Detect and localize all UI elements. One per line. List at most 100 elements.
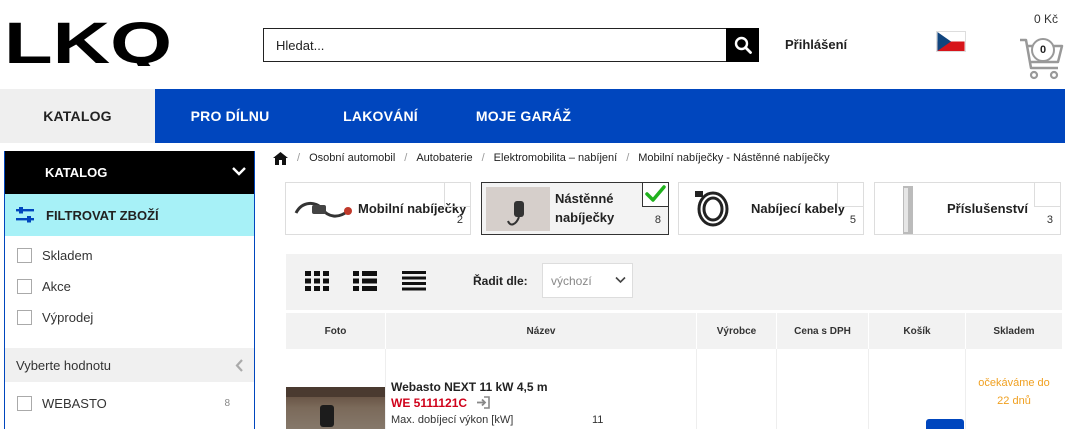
- category-label-line2: nabíječky: [555, 210, 615, 225]
- checkbox-label: Akce: [42, 279, 71, 294]
- sort-value: výchozí: [551, 273, 592, 288]
- category-count: 3: [1046, 214, 1053, 226]
- col-header-cena[interactable]: Cena s DPH: [777, 313, 869, 349]
- brand-count: 8: [224, 398, 230, 409]
- table-row: Webasto NEXT 11 kW 4,5 m WE 5111121C Max…: [286, 349, 1062, 429]
- tile-corner: [837, 183, 863, 207]
- category-tile-accessories[interactable]: Příslušenství 3: [874, 182, 1061, 235]
- sort-select[interactable]: výchozí: [542, 263, 633, 298]
- wall-charger-shape: [507, 201, 524, 226]
- checkbox-skladem[interactable]: Skladem: [5, 240, 254, 271]
- cart-count-badge: 0: [1031, 38, 1055, 62]
- product-cart-cell: [869, 349, 966, 429]
- checkbox[interactable]: [17, 396, 32, 411]
- product-name[interactable]: Webasto NEXT 11 kW 4,5 m: [391, 380, 548, 394]
- select-value-label: Vyberte hodnotu: [16, 357, 111, 373]
- col-header-foto: Foto: [286, 313, 386, 349]
- col-header-nazev[interactable]: Název: [386, 313, 697, 349]
- search-icon: [734, 36, 752, 54]
- stock-line-1: očekáváme do: [978, 377, 1050, 389]
- czech-flag-icon[interactable]: [936, 31, 966, 52]
- login-link[interactable]: Přihlášení: [785, 37, 847, 52]
- wall-charger-image: [486, 187, 550, 231]
- tile-corner: [642, 183, 668, 207]
- main-nav: KATALOG PRO DÍLNU LAKOVÁNÍ MOJE GARÁŽ: [0, 89, 1065, 143]
- category-label: Příslušenství: [947, 201, 1028, 216]
- select-value-header[interactable]: Vyberte hodnotu: [5, 348, 254, 382]
- checkbox[interactable]: [17, 279, 32, 294]
- cart-price: 0 Kč: [1034, 12, 1059, 26]
- check-icon: [645, 185, 666, 202]
- category-tile-mobile-chargers[interactable]: Mobilní nabíječky 2: [285, 182, 471, 235]
- breadcrumb-item[interactable]: Osobní automobil: [309, 152, 395, 164]
- checkbox-akce[interactable]: Akce: [5, 271, 254, 302]
- home-icon[interactable]: [273, 151, 288, 165]
- search-input[interactable]: [263, 28, 726, 62]
- nav-item-moje-garaz[interactable]: MOJE GARÁŽ: [456, 89, 591, 143]
- search-button[interactable]: [726, 28, 759, 62]
- sidebar-catalog-header[interactable]: KATALOG: [5, 151, 254, 194]
- product-code[interactable]: WE 5111121C: [391, 396, 491, 410]
- sort-label: Řadit dle:: [473, 274, 528, 288]
- sidebar-title: KATALOG: [45, 165, 108, 180]
- product-spec-value: 11: [592, 414, 604, 426]
- add-to-cart-button[interactable]: [926, 419, 964, 429]
- category-tile-wall-chargers[interactable]: Nástěnné nabíječky 8: [481, 182, 669, 235]
- breadcrumb-current: Mobilní nabíječky - Nástěnné nabíječky: [638, 152, 830, 164]
- tile-corner: [1034, 183, 1060, 207]
- brand-label: WEBASTO: [42, 396, 107, 411]
- compact-list-view-icon[interactable]: [402, 271, 426, 291]
- nav-item-katalog[interactable]: KATALOG: [0, 89, 155, 143]
- col-header-kosik: Košík: [869, 313, 966, 349]
- chevron-left-icon: [235, 359, 243, 372]
- col-header-vyrobce[interactable]: Výrobce: [697, 313, 777, 349]
- lkq-logo[interactable]: LKQ: [4, 22, 174, 66]
- logo-text: LKQ: [4, 22, 172, 66]
- grid-view-icon[interactable]: [305, 271, 329, 291]
- search-bar: [263, 28, 759, 62]
- header: LKQ Přihlášení 0 Kč 0: [0, 0, 1065, 89]
- category-count: 8: [654, 214, 661, 226]
- charger-photo-detail: [286, 387, 385, 427]
- filter-goods-button[interactable]: FILTROVAT ZBOŽÍ: [5, 194, 254, 236]
- stock-line-2: 22 dnů: [997, 395, 1031, 407]
- chevron-down-icon: [615, 276, 626, 284]
- category-tile-charging-cables[interactable]: Nabíjecí kabely 5: [678, 182, 864, 235]
- product-stock-cell: očekáváme do 22 dnů: [966, 349, 1062, 429]
- accessory-post-image: [903, 186, 913, 234]
- product-brand-cell: [697, 349, 777, 429]
- mobile-charger-image: [294, 202, 352, 218]
- login-arrow-icon[interactable]: [476, 396, 491, 409]
- checkbox-vyprodej[interactable]: Výprodej: [5, 302, 254, 333]
- product-price-cell: [777, 349, 869, 429]
- breadcrumb-item[interactable]: Autobaterie: [416, 152, 472, 164]
- checkbox[interactable]: [17, 248, 32, 263]
- product-photo-cell: [286, 349, 386, 429]
- tile-corner: [444, 183, 470, 207]
- product-name-cell: Webasto NEXT 11 kW 4,5 m WE 5111121C Max…: [386, 349, 697, 429]
- breadcrumb: / Osobní automobil / Autobaterie / Elekt…: [273, 149, 830, 167]
- product-photo[interactable]: [286, 387, 385, 429]
- filter-sliders-icon: [16, 207, 34, 223]
- category-label: Nabíjecí kabely: [751, 201, 845, 216]
- brand-filter-webasto[interactable]: WEBASTO 8: [5, 388, 254, 419]
- charging-cable-image: [695, 191, 729, 227]
- product-table-header: Foto Název Výrobce Cena s DPH Košík Skla…: [286, 313, 1062, 349]
- breadcrumb-item[interactable]: Elektromobilita – nabíjení: [494, 152, 618, 164]
- checkbox[interactable]: [17, 310, 32, 325]
- checkbox-label: Výprodej: [42, 310, 94, 325]
- chevron-down-icon: [232, 167, 246, 176]
- product-code-text: WE 5111121C: [391, 396, 468, 410]
- category-label-line1: Nástěnné: [555, 191, 614, 206]
- product-spec-label: Max. dobíjecí výkon [kW]: [391, 414, 514, 426]
- list-view-icon[interactable]: [353, 271, 377, 291]
- col-header-skladem[interactable]: Skladem: [966, 313, 1062, 349]
- category-count: 5: [849, 214, 856, 226]
- filter-label: FILTROVAT ZBOŽÍ: [46, 207, 159, 223]
- category-count: 2: [456, 214, 463, 226]
- stock-status: očekáváme do 22 dnů: [966, 374, 1062, 410]
- nav-item-lakovani[interactable]: LAKOVÁNÍ: [305, 89, 456, 143]
- checkbox-label: Skladem: [42, 248, 93, 263]
- list-toolbar: Řadit dle: výchozí: [286, 254, 1062, 310]
- nav-item-pro-dilnu[interactable]: PRO DÍLNU: [155, 89, 305, 143]
